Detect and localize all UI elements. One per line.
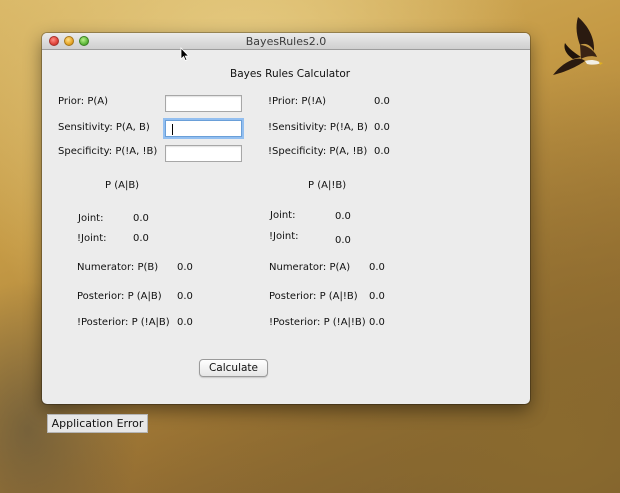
text-caret [172, 124, 173, 135]
window-title: BayesRules2.0 [245, 35, 327, 48]
not-specificity-label: !Specificity: P(A, !B) [268, 146, 368, 157]
specificity-input[interactable] [165, 145, 242, 162]
right-numerator-label: Numerator: P(A) [269, 262, 351, 273]
page-title: Bayes Rules Calculator [230, 68, 351, 80]
sensitivity-label: Sensitivity: P(A, B) [58, 122, 150, 133]
right-not-joint-value: 0.0 [335, 235, 351, 246]
not-prior-label: !Prior: P(!A) [268, 96, 327, 107]
prior-input[interactable] [165, 95, 242, 112]
right-posterior-label: Posterior: P (A|!B) [269, 291, 358, 302]
specificity-label: Specificity: P(!A, !B) [58, 146, 158, 157]
left-not-posterior-label: !Posterior: P (!A|B) [77, 317, 170, 328]
right-joint-label: Joint: [270, 210, 296, 221]
right-posterior-value: 0.0 [369, 291, 385, 302]
left-column-header: P (A|B) [105, 180, 140, 191]
right-column-header: P (A|!B) [308, 180, 347, 191]
left-numerator-value: 0.0 [177, 262, 193, 273]
app-window: BayesRules2.0 Bayes Rules Calculator Pri… [42, 33, 530, 404]
left-not-joint-value: 0.0 [133, 233, 149, 244]
left-joint-label: Joint: [78, 213, 104, 224]
prior-label: Prior: P(A) [58, 96, 109, 107]
right-numerator-value: 0.0 [369, 262, 385, 273]
right-not-joint-label: !Joint: [269, 231, 299, 242]
right-joint-value: 0.0 [335, 211, 351, 222]
left-not-posterior-value: 0.0 [177, 317, 193, 328]
not-specificity-value: 0.0 [374, 146, 390, 157]
not-sensitivity-label: !Sensitivity: P(!A, B) [268, 122, 368, 133]
eagle-icon [553, 17, 603, 75]
calculate-button[interactable]: Calculate [199, 359, 268, 377]
left-posterior-value: 0.0 [177, 291, 193, 302]
sensitivity-input[interactable] [165, 120, 242, 137]
right-not-posterior-value: 0.0 [369, 317, 385, 328]
not-prior-value: 0.0 [374, 96, 390, 107]
application-error-button[interactable]: Application Error [47, 414, 148, 433]
left-joint-value: 0.0 [133, 213, 149, 224]
left-posterior-label: Posterior: P (A|B) [77, 291, 162, 302]
left-not-joint-label: !Joint: [77, 233, 107, 244]
not-sensitivity-value: 0.0 [374, 122, 390, 133]
left-numerator-label: Numerator: P(B) [77, 262, 159, 273]
title-bar[interactable]: BayesRules2.0 [42, 33, 530, 50]
right-not-posterior-label: !Posterior: P (!A|!B) [269, 317, 366, 328]
mouse-cursor-icon [180, 47, 190, 62]
